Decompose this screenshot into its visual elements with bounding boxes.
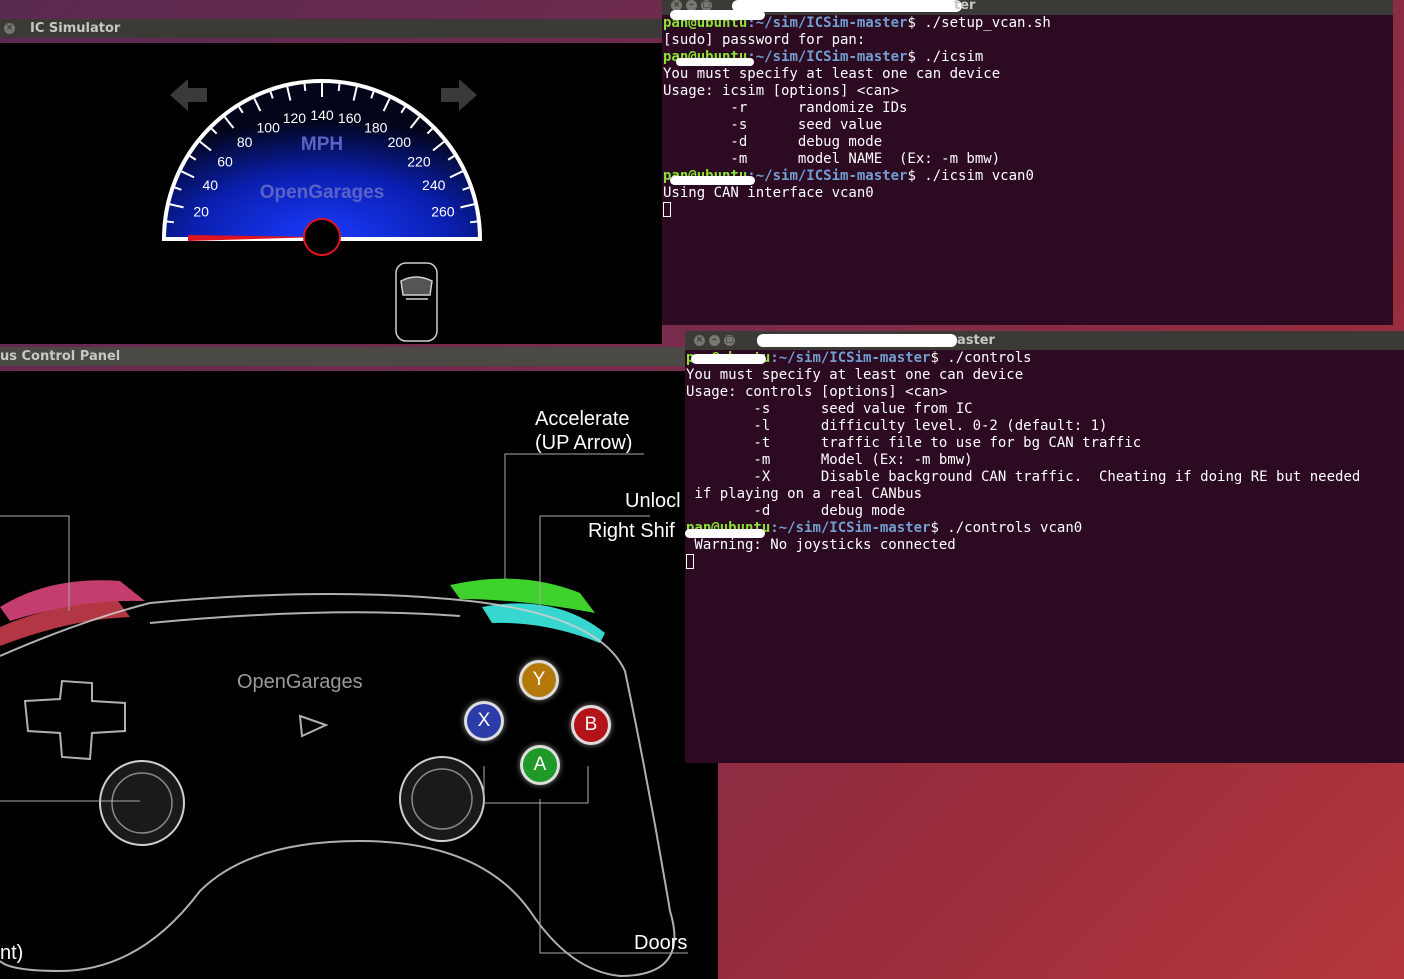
- speedometer-tick-label: 80: [237, 134, 253, 150]
- prompt-path: :~/sim/ICSim-master: [770, 350, 931, 366]
- controller-canvas[interactable]: Accelerate (UP Arrow) Unlocl Right Shif …: [0, 371, 718, 979]
- terminal-prompt-line: pan@ubuntu:~/sim/ICSim-master$ ./icsim v…: [663, 168, 1393, 185]
- terminal-output-line: -d debug mode: [663, 134, 883, 150]
- redaction: [676, 58, 754, 66]
- minimize-icon[interactable]: –: [709, 335, 720, 346]
- terminal-prompt-line: pan@ubuntu:~/sim/ICSim-master$ ./control…: [686, 520, 1404, 537]
- terminal-output-line: -r randomize IDs: [663, 100, 908, 116]
- terminal-window-icsim: × – □ ter pan@ubuntu:~/sim/ICSim-master$…: [662, 0, 1393, 325]
- ic-simulator-window: × IC Simulator 20 40 60 80 100 120 140 160 180 20…: [0, 19, 662, 344]
- brand-label: OpenGarages: [260, 182, 385, 203]
- control-panel-window: us Control Panel Accelerate (UP Arrow) U…: [0, 347, 718, 979]
- close-icon[interactable]: ×: [4, 23, 15, 34]
- ic-simulator-titlebar[interactable]: × IC Simulator: [0, 19, 662, 38]
- redaction: [691, 354, 766, 364]
- terminal-window-controls: × – □ aster pan@ubuntu:~/sim/ICSim-maste…: [685, 331, 1404, 763]
- speedometer-tick-label: 60: [217, 154, 233, 170]
- terminal-output-line: [sudo] password for pan:: [663, 32, 866, 48]
- accelerate-label: Accelerate: [535, 408, 630, 430]
- terminal-output-line: Usage: icsim [options] <can>: [663, 83, 900, 99]
- turn-left-arrow-icon: [170, 79, 207, 111]
- left-partial-label: nt): [0, 942, 24, 964]
- terminal-output-line: -d debug mode: [686, 503, 906, 519]
- unlock-label: Unlocl: [625, 490, 681, 512]
- window-title: IC Simulator: [30, 21, 121, 36]
- terminal-output-line: -t traffic file to use for bg CAN traffi…: [686, 435, 1142, 451]
- accelerate-key-label: (UP Arrow): [535, 432, 633, 454]
- window-title: aster: [957, 333, 995, 348]
- terminal-output-line: -l difficulty level. 0-2 (default: 1): [686, 418, 1108, 434]
- prompt-path: :~/sim/ICSim-master: [770, 520, 931, 536]
- terminal-output-line: Usage: controls [options] <can>: [686, 384, 948, 400]
- speedometer-tick-label: 140: [310, 107, 334, 123]
- command-text: $ ./icsim: [907, 49, 984, 65]
- terminal-output-line: Using CAN interface vcan0: [663, 185, 874, 201]
- terminal-output[interactable]: pan@ubuntu:~/sim/ICSim-master$ ./setup_v…: [662, 15, 1393, 325]
- car-doors-icon: [395, 262, 438, 342]
- window-title: us Control Panel: [0, 349, 121, 364]
- terminal-titlebar[interactable]: × – □ ter: [662, 0, 1393, 15]
- command-text: $ ./setup_vcan.sh: [907, 15, 1051, 31]
- terminal-output-line: -s seed value: [663, 117, 883, 133]
- terminal-output-line: Warning: No joysticks connected: [686, 537, 956, 553]
- speedometer-tick-label: 40: [202, 177, 218, 193]
- redaction: [670, 176, 755, 185]
- command-text: $ ./controls: [930, 350, 1032, 366]
- right-shift-label: Right Shif: [588, 520, 675, 542]
- prompt-path: :~/sim/ICSim-master: [747, 49, 908, 65]
- speedometer-tick: [166, 220, 175, 224]
- terminal-prompt-line: pan@ubuntu:~/sim/ICSim-master$ ./control…: [686, 350, 1404, 367]
- control-panel-titlebar[interactable]: us Control Panel: [0, 347, 718, 366]
- speedometer-tick-label: 120: [283, 110, 307, 126]
- command-text: $ ./icsim vcan0: [907, 168, 1034, 184]
- terminal-prompt-line: pan@ubuntu:~/sim/ICSim-master$ ./icsim: [663, 49, 1393, 66]
- maximize-icon[interactable]: □: [724, 335, 735, 346]
- speedometer-tick: [337, 83, 341, 92]
- terminal-output-line: if playing on a real CANbus: [686, 486, 923, 502]
- terminal-prompt-line: pan@ubuntu:~/sim/ICSim-master$ ./setup_v…: [663, 15, 1393, 32]
- y-button[interactable]: Y: [519, 660, 559, 700]
- needle-hub: [303, 218, 341, 256]
- speedometer-tick-label: 180: [364, 119, 388, 135]
- x-button[interactable]: X: [464, 701, 504, 741]
- terminal-output-line: -X Disable background CAN traffic. Cheat…: [686, 469, 1361, 485]
- command-text: $ ./controls vcan0: [930, 520, 1083, 536]
- controller-brand: OpenGarages: [237, 671, 363, 693]
- speedometer-tick-label: 240: [422, 177, 446, 193]
- redaction: [685, 529, 765, 538]
- a-button[interactable]: A: [520, 745, 560, 785]
- b-button[interactable]: B: [571, 705, 611, 745]
- speedometer-tick-label: 20: [193, 203, 209, 219]
- speedometer-tick-label: 100: [257, 119, 281, 135]
- prompt-path: :~/sim/ICSim-master: [747, 15, 908, 31]
- terminal-cursor: [686, 554, 694, 569]
- speedometer-tick: [303, 83, 307, 92]
- prompt-path: :~/sim/ICSim-master: [747, 168, 908, 184]
- speedometer-tick-label: 220: [407, 154, 431, 170]
- terminal-output-line: You must specify at least one can device: [663, 66, 1001, 82]
- speed-unit-label: MPH: [301, 134, 343, 155]
- doors-label: Doors: [634, 932, 688, 954]
- redaction: [757, 334, 957, 347]
- ic-canvas: 20 40 60 80 100 120 140 160 180 200 220 240 260 MPH …: [0, 43, 662, 344]
- terminal-output-line: -m model NAME (Ex: -m bmw): [663, 151, 1001, 167]
- redaction: [670, 10, 765, 20]
- turn-right-arrow-icon: [441, 79, 477, 111]
- terminal-output-line: -s seed value from IC: [686, 401, 973, 417]
- speedometer-tick-label: 260: [431, 203, 455, 219]
- terminal-cursor: [663, 202, 671, 217]
- terminal-output[interactable]: pan@ubuntu:~/sim/ICSim-master$ ./control…: [685, 350, 1404, 763]
- close-icon[interactable]: ×: [694, 335, 705, 346]
- terminal-titlebar[interactable]: × – □ aster: [685, 331, 1404, 350]
- speedometer-tick-label: 160: [338, 110, 362, 126]
- window-title: ter: [954, 0, 976, 13]
- speedometer-tick: [469, 220, 478, 224]
- terminal-output-line: You must specify at least one can device: [686, 367, 1024, 383]
- speedometer: 20406080100120 140 160180200220240260 MPH …: [161, 79, 483, 342]
- terminal-output-line: -m Model (Ex: -m bmw): [686, 452, 973, 468]
- speedometer-tick-label: 200: [388, 134, 412, 150]
- redaction: [732, 0, 962, 12]
